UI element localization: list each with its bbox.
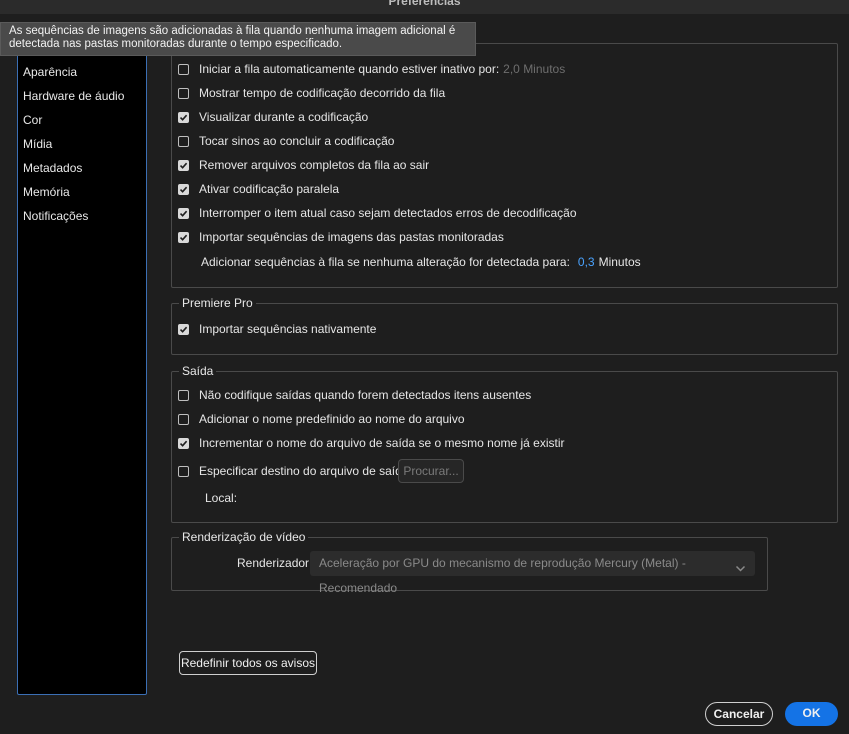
option-auto-start-queue[interactable]: Iniciar a fila automaticamente quando es… bbox=[178, 61, 565, 77]
checkbox[interactable] bbox=[178, 437, 189, 449]
option-parallel-encoding[interactable]: Ativar codificação paralela bbox=[178, 181, 339, 197]
premiere-group-title: Premiere Pro bbox=[179, 296, 256, 310]
checkbox[interactable] bbox=[178, 159, 189, 171]
chevron-down-icon bbox=[735, 558, 746, 583]
option-label: Importar sequências de imagens das pasta… bbox=[199, 230, 504, 244]
reset-warnings-button[interactable]: Redefinir todos os avisos bbox=[179, 651, 317, 675]
checkbox[interactable] bbox=[178, 323, 189, 335]
sidebar-item-midia[interactable]: Mídia bbox=[23, 137, 52, 151]
window-titlebar: Preferências bbox=[0, 0, 849, 14]
option-preview-encoding[interactable]: Visualizar durante a codificação bbox=[178, 109, 368, 125]
checkbox[interactable] bbox=[178, 389, 189, 401]
option-skip-missing-items[interactable]: Não codifique saídas quando forem detect… bbox=[178, 387, 531, 403]
option-label: Especificar destino do arquivo de saída: bbox=[199, 464, 412, 478]
checkbox[interactable] bbox=[178, 111, 189, 123]
sidebar-item-memoria[interactable]: Memória bbox=[23, 185, 70, 199]
sidebar-item-cor[interactable]: Cor bbox=[23, 113, 42, 127]
option-play-bells[interactable]: Tocar sinos ao concluir a codificação bbox=[178, 133, 394, 149]
checkbox[interactable] bbox=[178, 465, 189, 477]
option-label: Tocar sinos ao concluir a codificação bbox=[199, 134, 395, 148]
checkbox[interactable] bbox=[178, 207, 189, 219]
option-show-elapsed-time[interactable]: Mostrar tempo de codificação decorrido d… bbox=[178, 85, 445, 101]
sidebar-item-aparencia[interactable]: Aparência bbox=[23, 65, 77, 79]
option-label: Adicionar o nome predefinido ao nome do … bbox=[199, 412, 465, 426]
tooltip: As sequências de imagens são adicionadas… bbox=[0, 22, 476, 56]
sequence-delay-value[interactable]: 0,3 bbox=[578, 255, 595, 269]
checkbox[interactable] bbox=[178, 63, 189, 75]
sidebar-item-notificacoes[interactable]: Notificações bbox=[23, 209, 88, 223]
renderer-dropdown[interactable]: Aceleração por GPU do mecanismo de repro… bbox=[310, 551, 755, 595]
cancel-button[interactable]: Cancelar bbox=[705, 702, 773, 726]
option-label: Mostrar tempo de codificação decorrido d… bbox=[199, 86, 446, 100]
sidebar-item-hardware-audio[interactable]: Hardware de áudio bbox=[23, 89, 124, 103]
checkbox[interactable] bbox=[178, 183, 189, 195]
option-label: Importar sequências nativamente bbox=[199, 322, 377, 336]
option-increment-filename[interactable]: Incrementar o nome do arquivo de saída s… bbox=[178, 435, 565, 451]
video-render-group-title: Renderização de vídeo bbox=[179, 530, 309, 544]
window-title: Preferências bbox=[388, 0, 461, 8]
option-label: Visualizar durante a codificação bbox=[199, 110, 369, 124]
option-stop-on-decode-errors[interactable]: Interromper o item atual caso sejam dete… bbox=[178, 205, 577, 221]
option-label: Iniciar a fila automaticamente quando es… bbox=[199, 62, 500, 76]
sequence-delay-row: Adicionar sequências à fila se nenhuma a… bbox=[201, 254, 641, 270]
sequence-delay-label: Adicionar sequências à fila se nenhuma a… bbox=[201, 255, 570, 269]
option-label: Ativar codificação paralela bbox=[199, 182, 340, 196]
option-label: Incrementar o nome do arquivo de saída s… bbox=[199, 436, 565, 450]
sequence-delay-unit: Minutos bbox=[598, 255, 641, 269]
option-label: Não codifique saídas quando forem detect… bbox=[199, 388, 532, 402]
option-label: Remover arquivos completos da fila ao sa… bbox=[199, 158, 430, 172]
checkbox[interactable] bbox=[178, 135, 189, 147]
option-label: Interromper o item atual caso sejam dete… bbox=[199, 206, 577, 220]
option-specify-destination[interactable]: Especificar destino do arquivo de saída: bbox=[178, 463, 412, 479]
browse-button[interactable]: Procurar... bbox=[398, 459, 464, 483]
option-append-preset-name[interactable]: Adicionar o nome predefinido ao nome do … bbox=[178, 411, 465, 427]
option-import-image-sequences[interactable]: Importar sequências de imagens das pasta… bbox=[178, 229, 504, 245]
idle-time-value: 2,0 Minutos bbox=[503, 62, 566, 76]
option-remove-completed[interactable]: Remover arquivos completos da fila ao sa… bbox=[178, 157, 429, 173]
sidebar-item-metadados[interactable]: Metadados bbox=[23, 161, 82, 175]
output-group-title: Saída bbox=[179, 364, 217, 378]
checkbox[interactable] bbox=[178, 231, 189, 243]
sidebar: Aparência Hardware de áudio Cor Mídia Me… bbox=[17, 52, 147, 695]
checkbox[interactable] bbox=[178, 87, 189, 99]
ok-button[interactable]: OK bbox=[785, 702, 838, 726]
option-import-sequences-natively[interactable]: Importar sequências nativamente bbox=[178, 321, 376, 337]
checkbox[interactable] bbox=[178, 413, 189, 425]
renderer-label: Renderizador: bbox=[237, 556, 313, 570]
output-location-label: Local: bbox=[205, 491, 238, 505]
